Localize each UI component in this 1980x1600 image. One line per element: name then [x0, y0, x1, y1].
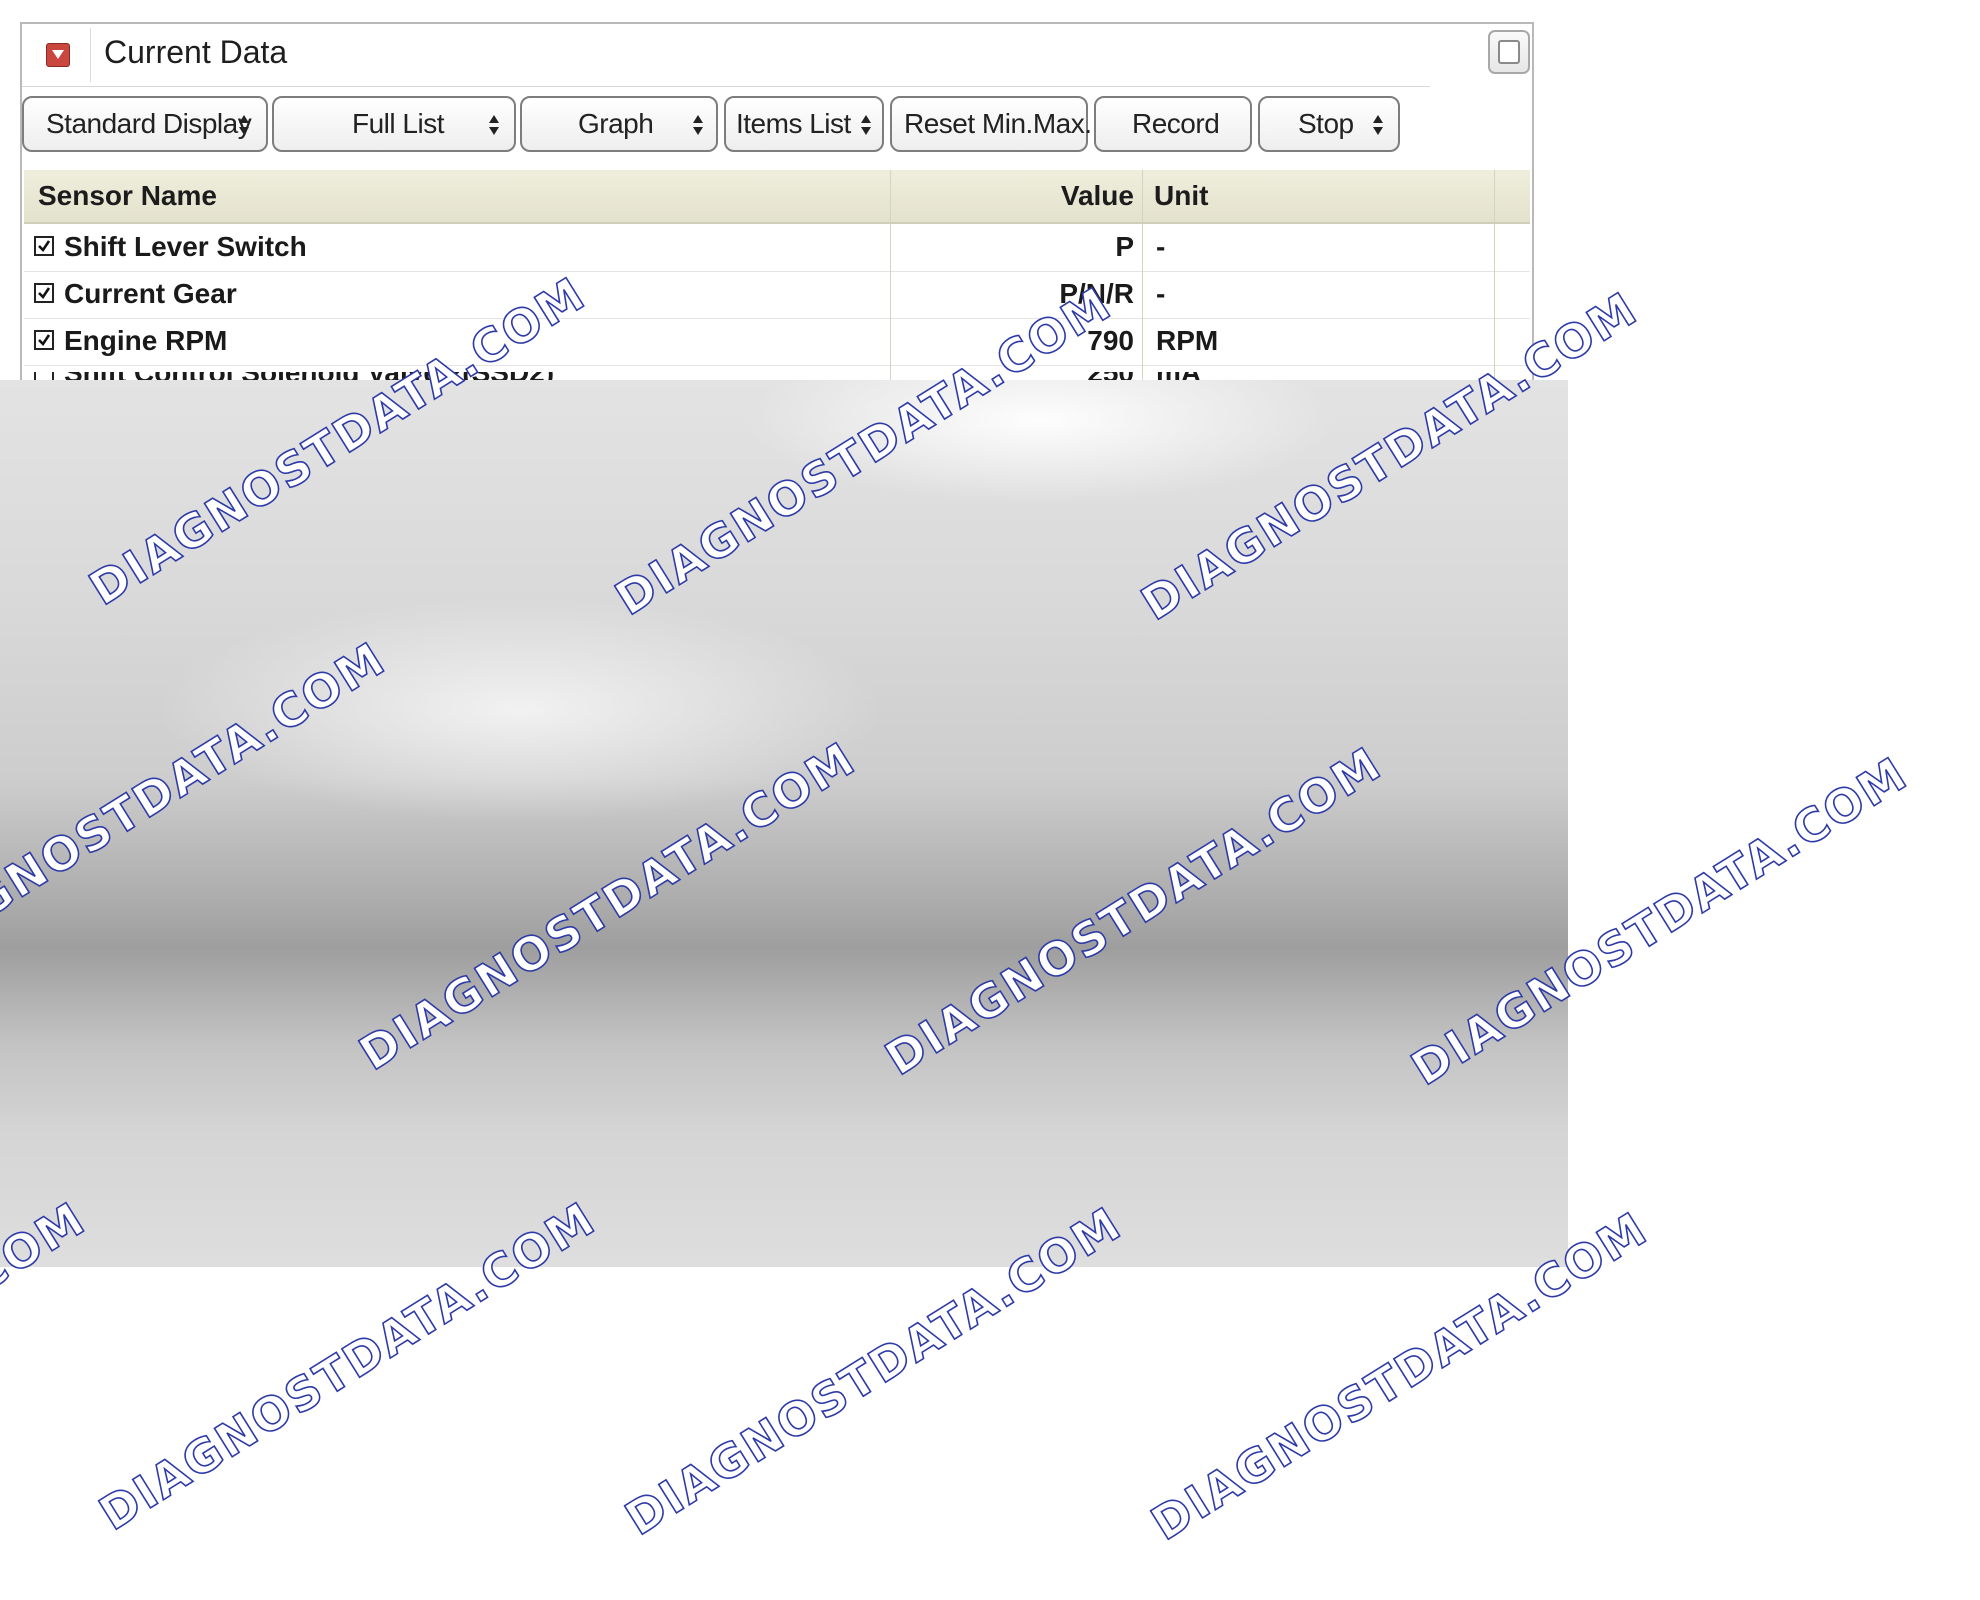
- full-list-dropdown[interactable]: Full List: [272, 96, 516, 152]
- sort-arrows-icon: [693, 115, 703, 135]
- column-divider: [890, 224, 891, 384]
- standard-display-dropdown[interactable]: Standard Display: [22, 96, 268, 152]
- checkbox-icon[interactable]: [34, 330, 54, 350]
- column-divider: [1494, 170, 1495, 222]
- panel-header: Current Data: [22, 24, 1430, 87]
- table-row[interactable]: Current Gear P/N/R -: [24, 271, 1530, 319]
- toolbar: Standard Display Full List Graph Items L…: [22, 96, 1522, 158]
- sensor-unit: -: [1156, 278, 1166, 309]
- graph-dropdown[interactable]: Graph: [520, 96, 718, 152]
- sort-arrows-icon: [239, 115, 249, 135]
- table-row[interactable]: Shift Lever Switch P -: [24, 224, 1530, 272]
- header-unit[interactable]: Unit: [1154, 170, 1208, 222]
- sensor-name: Current Gear: [64, 278, 237, 309]
- current-data-panel: Current Data Standard Display Full List …: [20, 22, 1534, 404]
- maximize-icon[interactable]: [1488, 30, 1530, 74]
- sensor-unit: RPM: [1156, 325, 1219, 356]
- sensor-name: Engine RPM: [64, 325, 228, 356]
- sensor-unit: -: [1156, 231, 1166, 262]
- watermark-text: DIAGNOSTDATA.COM: [0, 1190, 96, 1541]
- table-header: Sensor Name Value Unit: [24, 170, 1530, 224]
- collapse-icon[interactable]: [46, 43, 70, 67]
- sensor-value: P: [1115, 231, 1134, 262]
- checkbox-icon[interactable]: [34, 283, 54, 303]
- checkbox-icon[interactable]: [34, 236, 54, 256]
- record-button[interactable]: Record: [1094, 96, 1252, 152]
- stop-dropdown[interactable]: Stop: [1258, 96, 1400, 152]
- sensor-name: Shift Lever Switch: [64, 231, 307, 262]
- stop-label: Stop: [1298, 108, 1354, 139]
- column-divider: [1142, 170, 1143, 222]
- column-divider: [1142, 224, 1143, 384]
- sort-arrows-icon: [861, 115, 871, 135]
- items-list-label: Items List: [736, 108, 851, 139]
- table-row[interactable]: Engine RPM 790 RPM: [24, 318, 1530, 366]
- full-list-label: Full List: [352, 108, 444, 139]
- record-label: Record: [1132, 108, 1220, 139]
- header-sensor-name[interactable]: Sensor Name: [38, 170, 217, 222]
- reset-min-max-label: Reset Min.Max.: [904, 108, 1092, 139]
- header-divider: [90, 28, 91, 82]
- standard-display-label: Standard Display: [46, 108, 252, 139]
- sort-arrows-icon: [489, 115, 499, 135]
- column-divider: [890, 170, 891, 222]
- header-value[interactable]: Value: [1061, 170, 1134, 222]
- items-list-dropdown[interactable]: Items List: [724, 96, 884, 152]
- graph-label: Graph: [578, 108, 654, 139]
- sort-arrows-icon: [1373, 115, 1383, 135]
- reset-min-max-button[interactable]: Reset Min.Max.: [890, 96, 1092, 152]
- panel-title: Current Data: [104, 34, 288, 70]
